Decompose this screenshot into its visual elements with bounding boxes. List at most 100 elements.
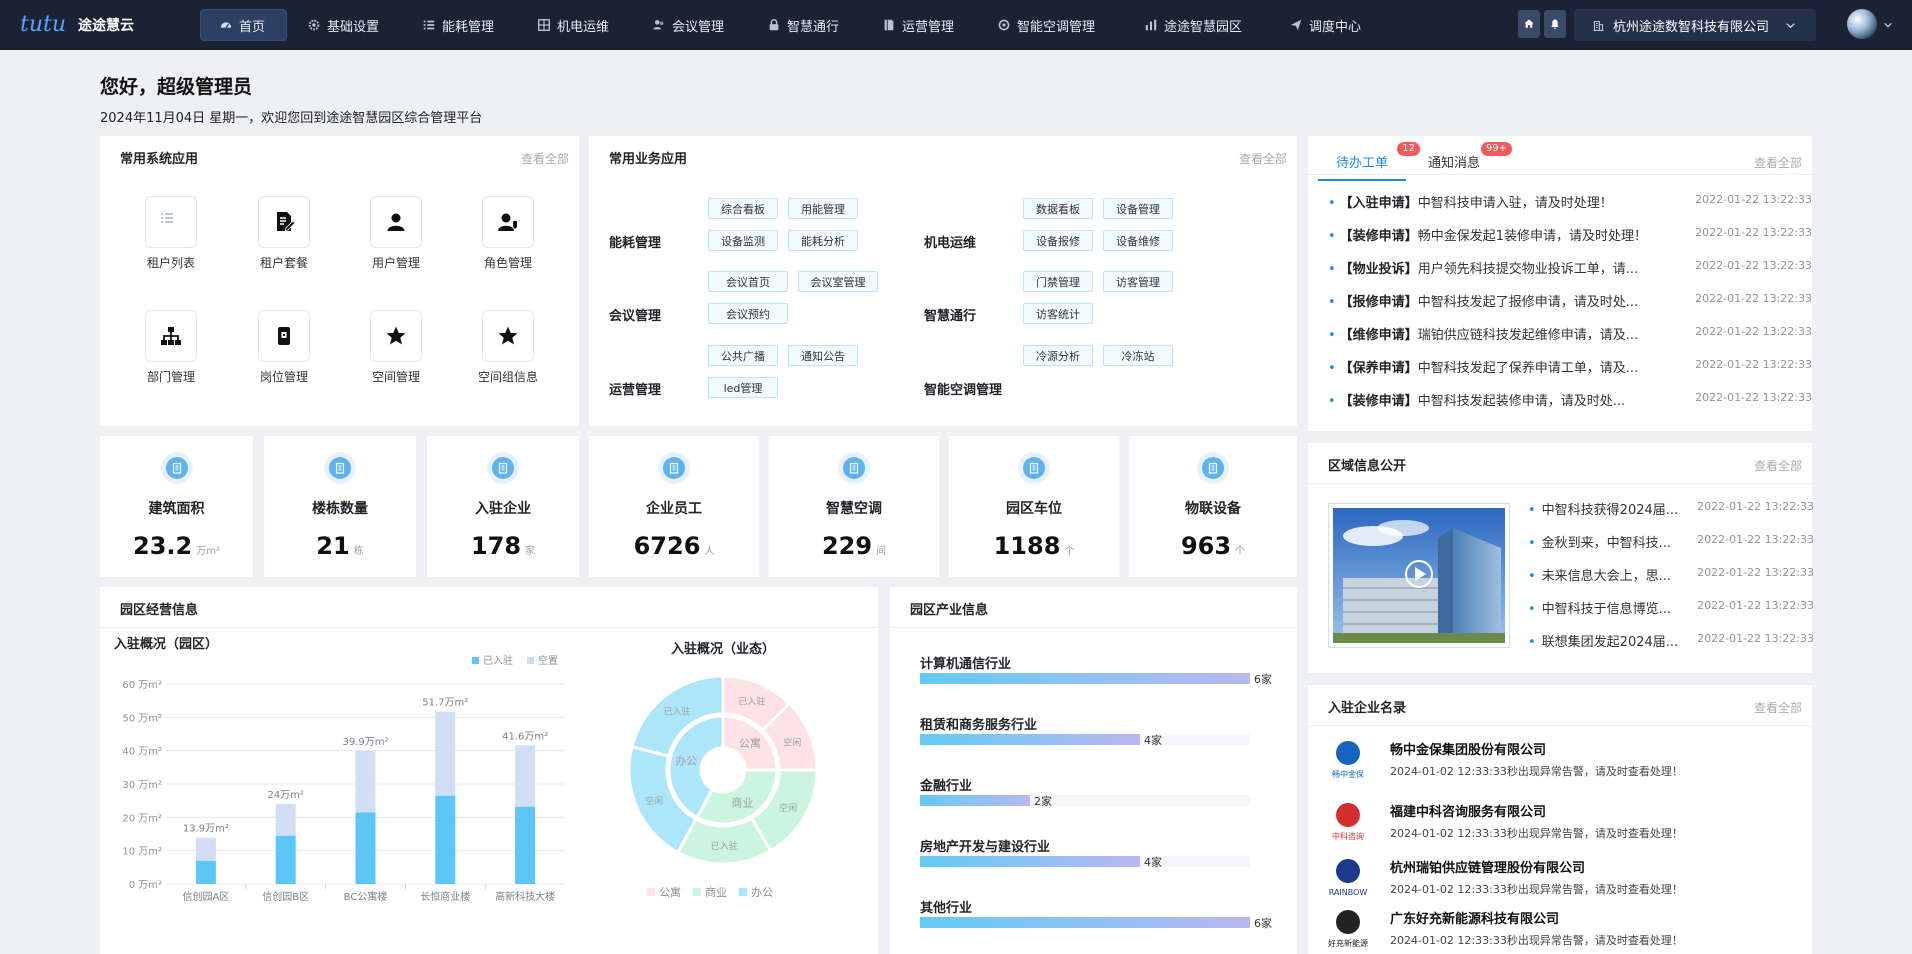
view-all-link[interactable]: 查看全部: [1754, 154, 1802, 171]
nav-item-0[interactable]: 首页: [200, 9, 287, 41]
stat-label: 园区车位: [1006, 501, 1062, 517]
nav-item-2[interactable]: 能耗管理: [402, 9, 517, 41]
nav-item-1[interactable]: 基础设置: [287, 9, 402, 41]
building-icon: [1593, 20, 1604, 31]
business-app-tag[interactable]: 数据看板: [1023, 198, 1093, 219]
system-app-item[interactable]: 租户列表: [121, 196, 221, 271]
enterprise-item[interactable]: 畅中金保 畅中金保集团股份有限公司 2024-01-02 12:33:33秒出现…: [1326, 737, 1810, 793]
stat-unit: 栋: [353, 546, 364, 557]
news-item[interactable]: • 金秋到来，中智科技... 2022-01-22 13:22:33: [1528, 532, 1814, 552]
nav-item-9[interactable]: 调度中心: [1269, 9, 1377, 41]
app-icon-box: [145, 310, 197, 362]
bullet-icon: •: [1328, 196, 1336, 211]
news-text: 联想集团发起2024届...: [1541, 635, 1679, 650]
business-app-tag[interactable]: 设备监测: [708, 230, 778, 251]
home-button[interactable]: [1518, 10, 1540, 38]
bar-segment: [275, 835, 296, 884]
industry-track: [920, 795, 1250, 806]
business-app-tag[interactable]: 能耗分析: [788, 230, 858, 251]
view-all-link[interactable]: 查看全部: [1754, 457, 1802, 474]
business-app-tag[interactable]: 设备管理: [1103, 198, 1173, 219]
nav-item-4[interactable]: 会议管理: [632, 9, 747, 41]
business-apps-card: 常用业务应用 查看全部 能耗管理 综合看板 用能管理 设备监测 能耗分析 机电运维 数据看板…: [589, 136, 1297, 426]
business-app-tag[interactable]: 访客管理: [1103, 271, 1173, 292]
todo-item[interactable]: • 【装修申请】中智科技发起装修申请，请及时处... 2022-01-22 13:2…: [1328, 390, 1812, 410]
todo-item[interactable]: • 【物业投诉】用户领先科技提交物业投诉工单，请... 2022-01-22 13:…: [1328, 258, 1812, 278]
nav-item-6[interactable]: 运营管理: [862, 9, 977, 41]
region-video-thumbnail[interactable]: [1328, 503, 1510, 648]
system-app-item[interactable]: 角色管理: [458, 196, 558, 271]
legend-label: 办公: [751, 886, 773, 899]
view-all-link[interactable]: 查看全部: [1239, 150, 1287, 167]
view-all-link[interactable]: 查看全部: [521, 150, 569, 167]
business-app-tag[interactable]: 会议首页: [708, 271, 788, 292]
stat-unit: 人: [704, 546, 715, 557]
enterprise-item[interactable]: 中科咨询 福建中科咨询服务有限公司 2024-01-02 12:33:33秒出现…: [1326, 799, 1810, 855]
view-all-link[interactable]: 查看全部: [1754, 699, 1802, 716]
industry-bar: [920, 917, 1250, 928]
todo-item[interactable]: • 【报修申请】中智科技发起了报修申请，请及时处... 2022-01-22 13:…: [1328, 291, 1812, 311]
slice-label: 空闲: [779, 802, 797, 814]
news-item[interactable]: • 中智科技于信息博览... 2022-01-22 13:22:33: [1528, 598, 1814, 618]
business-app-tag[interactable]: 门禁管理: [1023, 271, 1093, 292]
system-app-item[interactable]: 岗位管理: [234, 310, 334, 385]
legend-swatch: [693, 888, 701, 896]
bar-segment: [515, 745, 536, 807]
operations-card: 园区经营信息 入驻概况（园区） 已入驻 空置 0 万m² 10 万m² 20 万m² 30 …: [100, 587, 878, 954]
nav-item-7[interactable]: 智能空调管理: [977, 9, 1124, 41]
enterprise-item[interactable]: RAINBOW 杭州瑞铂供应链管理股份有限公司 2024-01-02 12:33…: [1326, 855, 1810, 911]
user-avatar[interactable]: [1847, 9, 1877, 39]
gear-icon: [308, 19, 320, 31]
card-title: 区域信息公开: [1328, 459, 1407, 474]
notification-button[interactable]: [1544, 10, 1566, 38]
news-item[interactable]: • 未来信息大会上，思... 2022-01-22 13:22:33: [1528, 565, 1814, 585]
todo-item[interactable]: • 【维修申请】瑞铂供应链科技发起维修申请，请及... 2022-01-22 13:…: [1328, 324, 1812, 344]
id-card-icon: [278, 327, 290, 345]
todo-type: 【保养申请】: [1339, 361, 1418, 376]
business-app-tag[interactable]: 会议室管理: [798, 271, 878, 292]
news-text: 金秋到来，中智科技...: [1541, 536, 1672, 551]
bar-total-label: 24万m²: [267, 790, 303, 801]
business-app-tag[interactable]: 公共广播: [708, 345, 778, 366]
stat-unit: 个: [1235, 546, 1246, 557]
bullet-icon: •: [1528, 536, 1536, 551]
tab-1[interactable]: 通知消息 99+: [1410, 142, 1513, 181]
enterprise-item[interactable]: 好充新能源 广东好充新能源科技有限公司 2024-01-02 12:33:33秒…: [1326, 906, 1810, 954]
chevron-down-icon: [1786, 22, 1795, 28]
system-app-item[interactable]: 空间组信息: [458, 310, 558, 385]
business-app-tag[interactable]: 会议预约: [708, 303, 788, 324]
app-logo[interactable]: tutu 途途慧云: [20, 12, 134, 37]
business-app-tag[interactable]: 冷冻站: [1103, 345, 1173, 366]
todo-item[interactable]: • 【装修申请】畅中金保发起1装修申请，请及时处理！ 2022-01-22 13:2…: [1328, 225, 1812, 245]
business-app-tag[interactable]: 访客统计: [1023, 303, 1093, 324]
card-title: 常用业务应用: [609, 152, 688, 167]
business-app-tag[interactable]: 用能管理: [788, 198, 858, 219]
system-app-item[interactable]: 用户管理: [346, 196, 446, 271]
business-app-tag[interactable]: 通知公告: [788, 345, 858, 366]
nav-item-8[interactable]: 途途智慧园区: [1124, 9, 1269, 41]
industry-bar: [920, 734, 1140, 745]
todo-item[interactable]: • 【保养申请】中智科技发起了保养申请工单，请及... 2022-01-22 13:…: [1328, 357, 1812, 377]
business-app-tag[interactable]: led管理: [708, 377, 778, 398]
system-app-item[interactable]: 租户套餐: [234, 196, 334, 271]
tab-0[interactable]: 待办工单 12: [1318, 142, 1421, 181]
todo-item[interactable]: • 【入驻申请】中智科技申请入驻，请及时处理！ 2022-01-22 13:22:3…: [1328, 192, 1812, 212]
business-app-tag[interactable]: 冷源分析: [1023, 345, 1093, 366]
news-item[interactable]: • 联想集团发起2024届... 2022-01-22 13:22:33: [1528, 631, 1814, 651]
stat-icon: [160, 452, 193, 484]
news-item[interactable]: • 中智科技获得2024届... 2022-01-22 13:22:33: [1528, 499, 1814, 519]
bullet-icon: •: [1328, 394, 1336, 409]
avatar-chevron-icon[interactable]: [1883, 20, 1893, 30]
star-icon: [498, 326, 518, 345]
greeting-title: 您好，超级管理员: [100, 76, 253, 98]
bar-segment: [195, 860, 216, 884]
company-selector[interactable]: 杭州途途数智科技有限公司: [1574, 9, 1816, 41]
nav-item-5[interactable]: 智慧通行: [747, 9, 862, 41]
system-app-item[interactable]: 部门管理: [121, 310, 221, 385]
business-app-tag[interactable]: 设备报修: [1023, 230, 1093, 251]
business-app-tag[interactable]: 设备维修: [1103, 230, 1173, 251]
business-app-tag[interactable]: 综合看板: [708, 198, 778, 219]
legend-label: 商业: [705, 885, 727, 899]
system-app-item[interactable]: 空间管理: [346, 310, 446, 385]
nav-item-3[interactable]: 机电运维: [517, 9, 632, 41]
